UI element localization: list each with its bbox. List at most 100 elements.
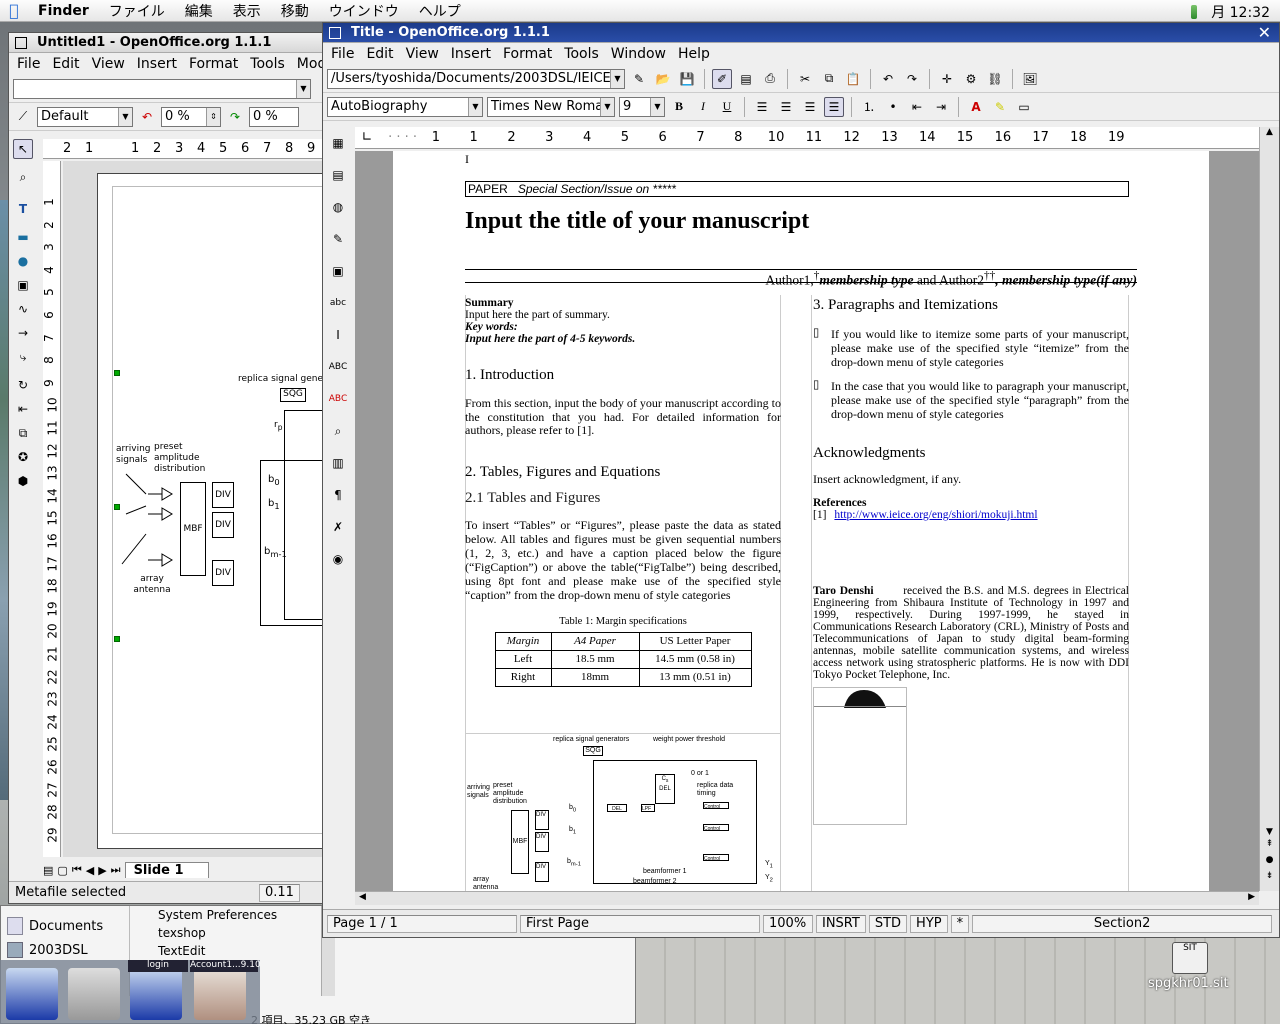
insert-fields-icon[interactable]: ▤ <box>328 165 348 185</box>
redo-icon[interactable]: ↷ <box>902 69 922 89</box>
tab-slide-1[interactable]: Slide 1 <box>124 862 209 878</box>
stylist-icon[interactable]: ⚙ <box>961 69 981 89</box>
font-color-icon[interactable]: A <box>966 97 986 117</box>
copy-icon[interactable]: ⧉ <box>819 69 839 89</box>
line-style-icon[interactable]: ⟋ <box>13 107 33 127</box>
bullets-icon[interactable]: • <box>883 97 903 117</box>
chevron-down-icon[interactable]: ▼ <box>600 97 614 116</box>
line-tool-icon[interactable]: → <box>13 323 33 343</box>
online-layout-icon[interactable]: ◉ <box>328 549 348 569</box>
vertical-scrollbar[interactable]: ▲ ▼ ⇞ ● ⇟ <box>1259 127 1279 891</box>
open-icon[interactable]: 📂 <box>653 69 673 89</box>
form-functions-icon[interactable]: ▣ <box>328 261 348 281</box>
align-right-icon[interactable]: ☰ <box>800 97 820 117</box>
menubar-item-view[interactable]: 表示 <box>223 1 271 21</box>
apple-menu-icon[interactable]:  <box>0 1 28 20</box>
status-hyperlink-mode[interactable]: HYP <box>910 914 948 933</box>
justify-icon[interactable]: ☰ <box>824 96 844 117</box>
navigator-icon[interactable]: ✛ <box>937 69 957 89</box>
paste-icon[interactable]: 📋 <box>843 69 863 89</box>
writer-menu-tools[interactable]: Tools <box>558 46 605 62</box>
monitor-icon[interactable] <box>6 968 58 1020</box>
undo-icon[interactable]: ↶ <box>878 69 898 89</box>
tab-stop-icon[interactable]: ∟ <box>355 130 379 145</box>
rectangle-tool-icon[interactable]: ▬ <box>13 227 33 247</box>
3d-tool-icon[interactable]: ▣ <box>13 275 33 295</box>
monitor-icon[interactable] <box>130 968 182 1020</box>
numbering-icon[interactable]: ⒈ <box>859 97 879 117</box>
chevron-down-icon[interactable]: ▼ <box>610 69 624 88</box>
sit-archive-icon[interactable]: SIT <box>1172 942 1208 974</box>
menubar-item-window[interactable]: ウインドウ <box>319 1 409 21</box>
autospell-icon[interactable]: ABC <box>328 389 348 409</box>
draw-style-combo[interactable]: Default ▼ <box>37 106 133 127</box>
curve-tool-icon[interactable]: ∿ <box>13 299 33 319</box>
align-tool-icon[interactable]: ⇤ <box>13 399 33 419</box>
chevron-down-icon[interactable]: ▼ <box>468 97 482 116</box>
writer-menu-window[interactable]: Window <box>605 46 672 62</box>
draw-percent-field-1[interactable]: 0 % ⇕ <box>161 106 221 127</box>
writer-url-combo[interactable]: /Users/tyoshida/Documents/2003DSL/IEICE2… <box>327 68 625 89</box>
printer-icon[interactable] <box>68 968 120 1020</box>
cut-icon[interactable]: ✂ <box>795 69 815 89</box>
window-menu-icon[interactable] <box>329 26 341 39</box>
draw-menu-insert[interactable]: Insert <box>131 56 183 72</box>
spin-icon[interactable]: ⇕ <box>206 107 220 126</box>
menubar-app-name[interactable]: Finder <box>28 3 99 19</box>
finder-row-textedit[interactable]: TextEdit <box>130 942 319 960</box>
font-name-combo[interactable]: Times New Roma ▼ <box>487 96 615 117</box>
draw-menu-tools[interactable]: Tools <box>244 56 291 72</box>
rotate-left-icon[interactable]: ↶ <box>137 107 157 127</box>
draw-functions-icon[interactable]: ✎ <box>328 229 348 249</box>
writer-menu-file[interactable]: File <box>325 46 360 62</box>
window-menu-icon[interactable] <box>15 36 27 49</box>
select-tool-icon[interactable]: ↖ <box>13 139 33 159</box>
finder-row-system-preferences[interactable]: System Preferences <box>130 906 319 924</box>
text-tool-icon[interactable]: T <box>13 199 33 219</box>
arrange-tool-icon[interactable]: ⧉ <box>13 423 33 443</box>
chevron-down-icon[interactable]: ▼ <box>650 97 664 116</box>
underline-icon[interactable]: U <box>717 97 737 117</box>
edit-mode-icon[interactable]: ✐ <box>712 68 732 89</box>
view-mode-icon[interactable]: ▢ <box>57 864 67 877</box>
chevron-down-icon[interactable]: ▼ <box>118 107 132 126</box>
draw-vertical-ruler[interactable]: 1 2 3 4 5 6 7 8 9 10 11 12 13 14 15 16 17 18 19 20 21 22 23 24 2… <box>42 161 61 857</box>
insert-table-icon[interactable]: ▦ <box>328 133 348 153</box>
rotate-tool-icon[interactable]: ↻ <box>13 375 33 395</box>
status-zoom[interactable]: 100% <box>763 914 813 933</box>
decrease-indent-icon[interactable]: ⇤ <box>907 97 927 117</box>
print-icon[interactable]: ⎙ <box>760 69 780 89</box>
finder-item-2003dsl[interactable]: 2003DSL <box>7 940 125 960</box>
scroll-down-icon[interactable]: ▼ <box>1260 827 1279 837</box>
find-replace-icon[interactable]: ⌕ <box>328 421 348 441</box>
document-page[interactable]: I PAPER Special Section/Issue on ***** I… <box>393 151 1209 891</box>
3d-objects-icon[interactable]: ⬢ <box>13 471 33 491</box>
scroll-left-icon[interactable]: ◀ <box>359 892 366 905</box>
ellipse-tool-icon[interactable]: ● <box>13 251 33 271</box>
status-selection-mode[interactable]: STD <box>868 914 908 933</box>
draw-menu-format[interactable]: Format <box>183 56 244 72</box>
reference-link[interactable]: http://www.ieice.org/eng/shiori/mokuji.h… <box>834 509 1037 521</box>
writer-menu-help[interactable]: Help <box>672 46 716 62</box>
italic-icon[interactable]: I <box>693 97 713 117</box>
align-center-icon[interactable]: ☰ <box>776 97 796 117</box>
writer-horizontal-ruler[interactable]: ∟ · · · · 1 1 2 3 4 5 6 7 8 10 11 12 13 14 15 16 17 18 19 <box>355 127 1259 149</box>
text-cursor-icon[interactable]: I <box>328 325 348 345</box>
stamp-icon[interactable] <box>194 968 246 1020</box>
gallery-icon[interactable]: 🖼 <box>1020 69 1040 89</box>
zoom-tool-icon[interactable]: ⌕ <box>13 167 33 187</box>
draw-horizontal-ruler[interactable]: 2 1 1 2 3 4 5 6 7 8 9 <box>43 139 323 159</box>
scroll-right-icon[interactable]: ▶ <box>1248 892 1255 905</box>
nav-first-icon[interactable]: ⏮ <box>72 863 82 877</box>
menubar-item-go[interactable]: 移動 <box>271 1 319 21</box>
draw-url-combo[interactable]: ▼ <box>13 78 311 99</box>
document-viewport[interactable]: I PAPER Special Section/Issue on ***** I… <box>355 151 1259 891</box>
menubar-clock[interactable]: 月 12:32 <box>1211 2 1270 22</box>
bold-icon[interactable]: B <box>669 97 689 117</box>
graphics-off-icon[interactable]: ✗ <box>328 517 348 537</box>
nav-prev-icon[interactable]: ◀ <box>86 864 94 877</box>
chevron-down-icon[interactable]: ▼ <box>296 79 310 98</box>
align-left-icon[interactable]: ☰ <box>752 97 772 117</box>
nonprinting-chars-icon[interactable]: ¶ <box>328 485 348 505</box>
writer-titlebar[interactable]: Title - OpenOffice.org 1.1.1 ✕ <box>323 23 1279 43</box>
